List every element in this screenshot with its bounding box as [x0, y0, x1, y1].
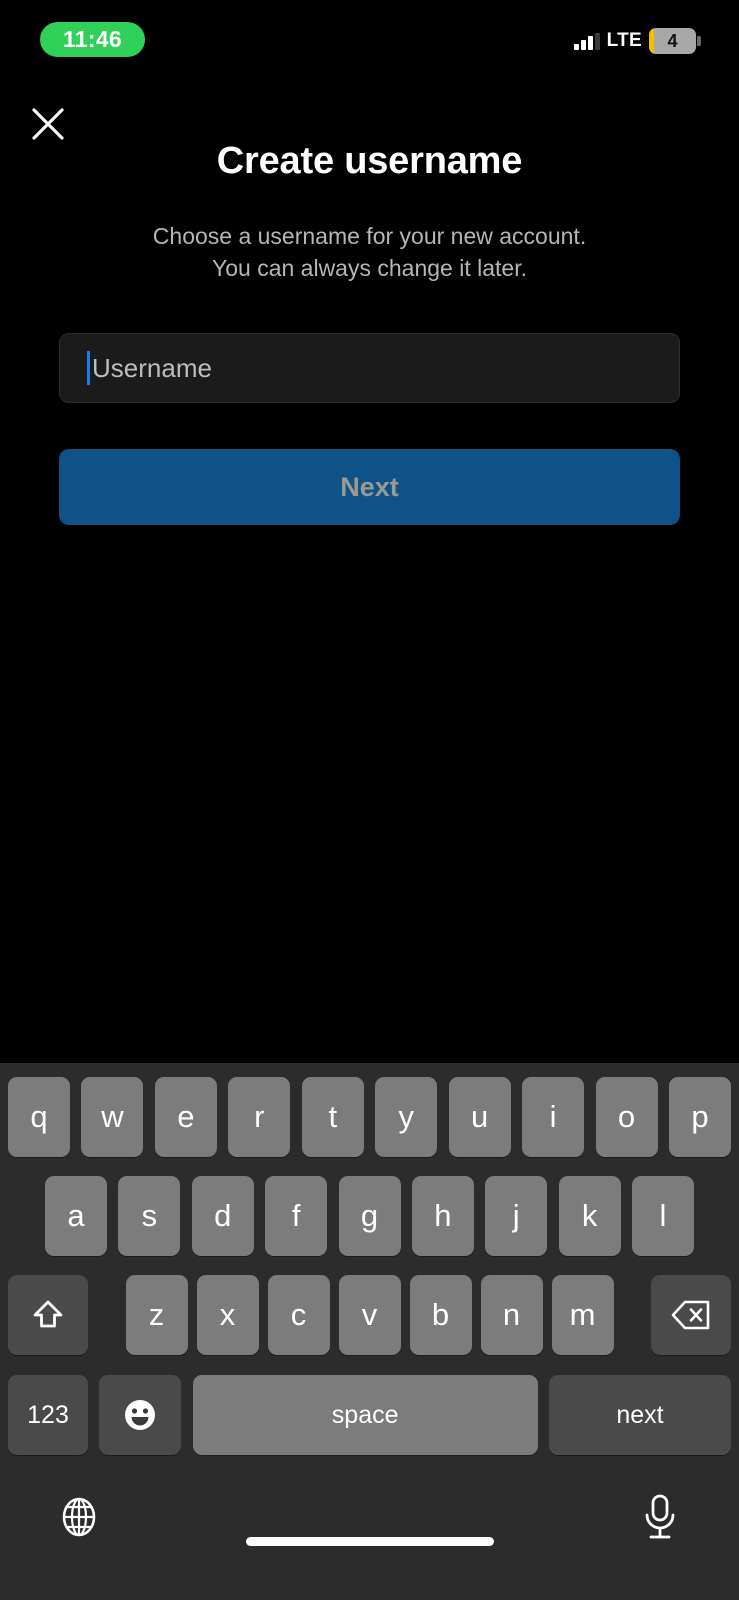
keyboard-key-l[interactable]: l — [632, 1176, 694, 1256]
text-cursor — [87, 351, 90, 385]
keyboard-key-q[interactable]: q — [8, 1077, 70, 1157]
keyboard-key-t[interactable]: t — [301, 1077, 364, 1157]
shift-arrow-icon — [33, 1300, 63, 1328]
keyboard-bottom-bar — [0, 1478, 739, 1558]
signal-bars-icon — [574, 32, 600, 50]
close-icon — [32, 108, 64, 140]
keyboard-key-n[interactable]: n — [480, 1275, 543, 1355]
keyboard-key-y[interactable]: y — [375, 1077, 438, 1157]
keyboard-row-3: zxcvbnm — [0, 1275, 739, 1355]
keyboard-key-return[interactable]: next — [548, 1375, 731, 1455]
keyboard-row-2: asdfghjkl — [0, 1176, 739, 1256]
emoji-smiley-icon — [125, 1400, 156, 1430]
keyboard-key-x[interactable]: x — [196, 1275, 259, 1355]
keyboard-key-p[interactable]: p — [668, 1077, 731, 1157]
keyboard-key-k[interactable]: k — [558, 1176, 621, 1256]
keyboard-key-r[interactable]: r — [228, 1077, 291, 1157]
keyboard-key-f[interactable]: f — [265, 1176, 328, 1256]
keyboard-key-numbers[interactable]: 123 — [8, 1375, 88, 1455]
keyboard-key-shift[interactable] — [8, 1275, 88, 1355]
keyboard-key-h[interactable]: h — [411, 1176, 474, 1256]
keyboard-globe-button[interactable] — [48, 1486, 110, 1548]
status-time-label: 11:46 — [62, 26, 123, 52]
next-button-label: Next — [340, 471, 399, 502]
close-button[interactable] — [27, 103, 69, 145]
battery-level-label: 4 — [667, 30, 678, 51]
keyboard-key-i[interactable]: i — [522, 1077, 585, 1157]
microphone-icon — [645, 1494, 675, 1539]
keyboard-key-a[interactable]: a — [45, 1176, 107, 1256]
keyboard-key-e[interactable]: e — [154, 1077, 217, 1157]
keyboard-key-d[interactable]: d — [191, 1176, 254, 1256]
battery-icon: 4 — [649, 28, 701, 54]
keyboard-key-z[interactable]: z — [125, 1275, 188, 1355]
network-type-label: LTE — [606, 30, 642, 51]
username-input-placeholder: Username — [92, 352, 212, 383]
keyboard-key-space[interactable]: space — [192, 1375, 538, 1455]
home-indicator-bar — [245, 1537, 494, 1546]
keyboard-key-v[interactable]: v — [338, 1275, 401, 1355]
page-subtitle: Choose a username for your new account. … — [60, 220, 679, 284]
status-time-pill[interactable]: 11:46 — [40, 22, 145, 57]
status-bar: 11:46 LTE 4 — [0, 0, 739, 78]
status-bar-right-group: LTE 4 — [574, 28, 701, 54]
globe-icon — [62, 1497, 96, 1537]
username-input[interactable]: Username — [59, 333, 680, 403]
battery-body: 4 — [649, 28, 696, 54]
backspace-delete-icon — [671, 1300, 710, 1330]
keyboard-key-emoji[interactable] — [99, 1375, 182, 1455]
battery-cap — [697, 36, 701, 46]
keyboard-key-c[interactable]: c — [267, 1275, 330, 1355]
keyboard-row-3-letters: zxcvbnm — [125, 1275, 614, 1355]
battery-low-power-indicator — [649, 28, 654, 54]
on-screen-keyboard: qwertyuiop asdfghjkl zxcvbnm 123 space n… — [0, 1063, 739, 1600]
keyboard-key-b[interactable]: b — [409, 1275, 472, 1355]
next-button[interactable]: Next — [59, 449, 680, 525]
keyboard-key-g[interactable]: g — [338, 1176, 401, 1256]
page-subtitle-line-2: You can always change it later. — [212, 255, 527, 281]
keyboard-key-j[interactable]: j — [485, 1176, 548, 1256]
keyboard-key-s[interactable]: s — [118, 1176, 181, 1256]
keyboard-key-u[interactable]: u — [448, 1077, 511, 1157]
keyboard-key-m[interactable]: m — [551, 1275, 614, 1355]
keyboard-dictation-button[interactable] — [629, 1486, 691, 1548]
keyboard-row-1: qwertyuiop — [0, 1077, 739, 1157]
keyboard-key-w[interactable]: w — [81, 1077, 144, 1157]
page-title: Create username — [216, 140, 523, 182]
page-subtitle-line-1: Choose a username for your new account. — [152, 223, 587, 249]
keyboard-key-backspace[interactable] — [651, 1275, 731, 1355]
keyboard-row-4: 123 space next — [0, 1375, 739, 1455]
keyboard-key-o[interactable]: o — [595, 1077, 658, 1157]
